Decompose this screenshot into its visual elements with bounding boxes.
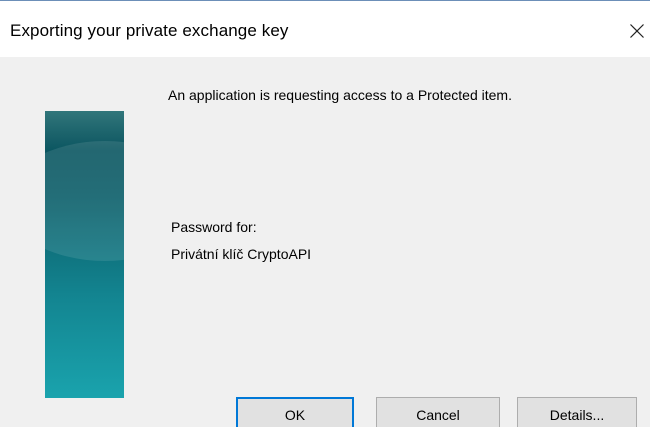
protected-item-name: Privátní klíč CryptoAPI bbox=[171, 246, 312, 262]
request-message: An application is requesting access to a… bbox=[168, 87, 512, 103]
cancel-button[interactable]: Cancel bbox=[376, 397, 500, 427]
password-for-label: Password for: bbox=[171, 219, 257, 235]
details-button[interactable]: Details... bbox=[517, 397, 637, 427]
close-icon bbox=[630, 24, 644, 38]
dialog-window: Exporting your private exchange key An a… bbox=[0, 0, 650, 427]
title-bar: Exporting your private exchange key bbox=[0, 1, 650, 57]
ok-button[interactable]: OK bbox=[236, 397, 354, 427]
window-title: Exporting your private exchange key bbox=[10, 21, 289, 40]
close-button[interactable] bbox=[622, 15, 650, 47]
security-banner bbox=[45, 111, 124, 398]
